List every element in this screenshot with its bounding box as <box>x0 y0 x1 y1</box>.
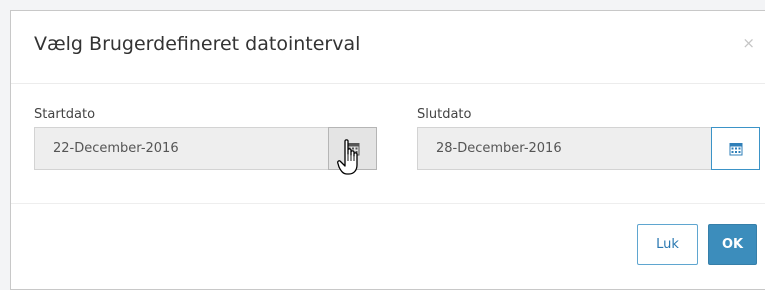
start-date-label: Startdato <box>34 107 96 122</box>
dialog-header: Vælg Brugerdefineret datointerval × <box>11 11 765 84</box>
date-range-dialog: Vælg Brugerdefineret datointerval × Star… <box>10 10 765 290</box>
hand-cursor-icon <box>337 139 358 175</box>
calendar-icon <box>729 142 742 155</box>
end-date-label: Slutdato <box>417 107 472 122</box>
close-icon[interactable]: × <box>742 34 755 52</box>
start-date-field[interactable]: 22-December-2016 <box>34 127 329 170</box>
end-date-field[interactable]: 28-December-2016 <box>417 127 712 170</box>
end-calendar-button[interactable] <box>711 127 760 170</box>
dialog-title: Vælg Brugerdefineret datointerval <box>34 33 361 55</box>
close-button[interactable]: Luk <box>637 224 698 265</box>
ok-button[interactable]: OK <box>708 224 757 265</box>
footer-divider <box>11 203 765 204</box>
